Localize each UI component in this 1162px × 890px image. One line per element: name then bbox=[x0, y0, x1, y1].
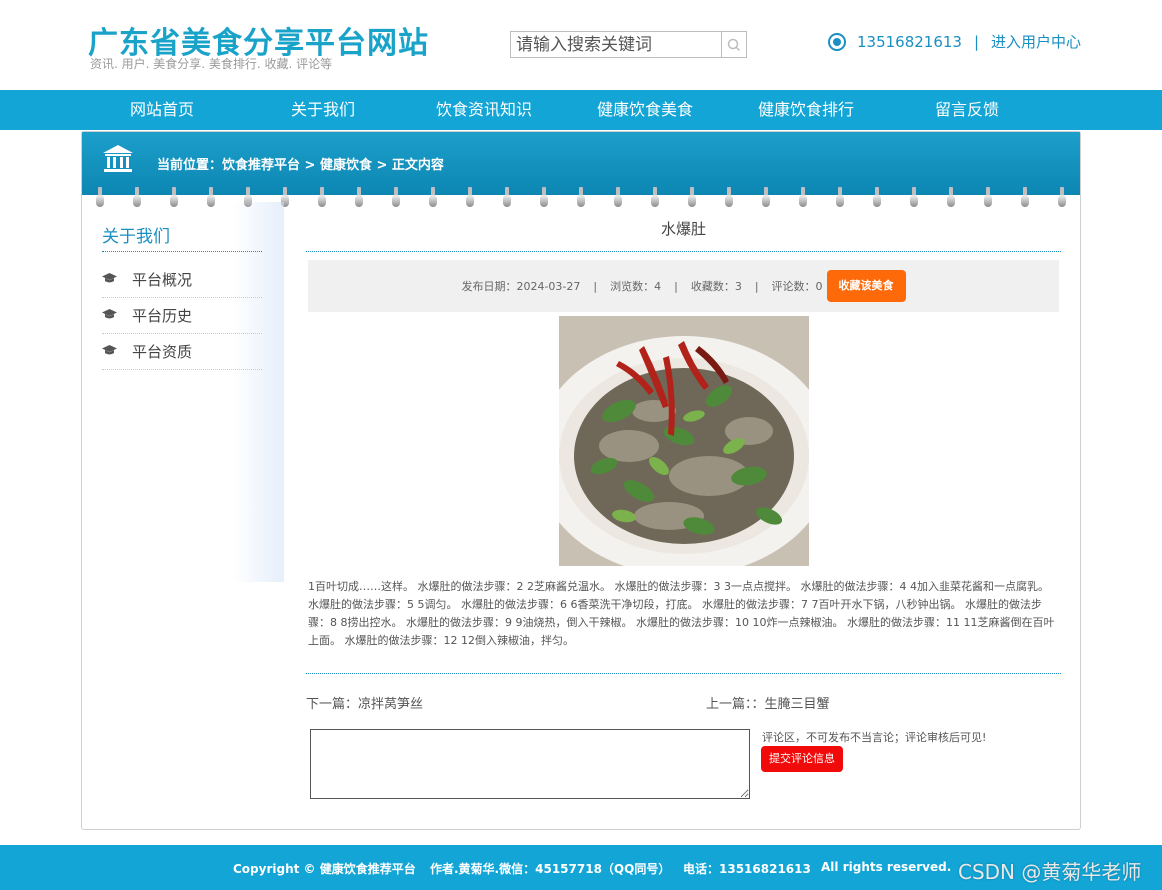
sidebar-item-label: 平台历史 bbox=[132, 307, 193, 325]
sidebar-shadow bbox=[232, 202, 284, 582]
footer-copyright: Copyright © 健康饮食推荐平台 bbox=[233, 862, 416, 876]
main-nav: 网站首页 关于我们 饮食资讯知识 健康饮食美食 健康饮食排行 留言反馈 bbox=[0, 90, 1162, 130]
favorite-count: 收藏数：3 bbox=[690, 280, 742, 293]
sidebar-divider bbox=[102, 251, 262, 252]
comment-notice: 评论区，不可发布不当言论；评论审核后可见! bbox=[762, 731, 987, 744]
sidebar-item-label: 平台概况 bbox=[132, 271, 193, 289]
bank-icon bbox=[103, 145, 133, 172]
meta-separator: | bbox=[754, 279, 759, 293]
binder-ring bbox=[910, 187, 918, 207]
binder-ring bbox=[1058, 187, 1066, 207]
binder-ring bbox=[207, 187, 215, 207]
contact-separator: | bbox=[973, 32, 980, 51]
sidebar-item-label: 平台资质 bbox=[132, 343, 193, 361]
meta-separator: | bbox=[674, 279, 678, 293]
nav-item-home[interactable]: 网站首页 bbox=[97, 90, 227, 130]
next-article-link[interactable]: 下一篇：凉拌莴笋丝 bbox=[306, 693, 423, 712]
comment-count: 评论数：0 bbox=[771, 280, 823, 293]
sidebar-item-history[interactable]: 平台历史 bbox=[102, 298, 262, 334]
graduation-cap-icon bbox=[102, 309, 117, 319]
search-bar bbox=[510, 31, 747, 58]
body-divider bbox=[306, 673, 1061, 674]
publish-date: 发布日期：2024-03-27 bbox=[461, 280, 581, 293]
binder-ring bbox=[503, 187, 511, 207]
nav-item-food[interactable]: 健康饮食美食 bbox=[580, 90, 710, 130]
binder-ring bbox=[170, 187, 178, 207]
binder-ring bbox=[318, 187, 326, 207]
binder-ring bbox=[614, 187, 622, 207]
binder-ring bbox=[1021, 187, 1029, 207]
graduation-cap-icon bbox=[102, 273, 117, 283]
location-dot-icon bbox=[828, 32, 846, 51]
favorite-button[interactable]: 收藏该美食 bbox=[826, 270, 906, 302]
binder-ring bbox=[947, 187, 955, 207]
footer-author: 作者.黄菊华.微信：45157718（QQ同号） bbox=[430, 862, 671, 876]
prev-article-link[interactable]: 上一篇：：生腌三目蟹 bbox=[706, 693, 830, 712]
article-title: 水爆肚 bbox=[660, 220, 706, 238]
search-input[interactable] bbox=[511, 32, 721, 57]
binder-ring bbox=[984, 187, 992, 207]
graduation-cap-icon bbox=[102, 345, 117, 355]
binder-ring bbox=[725, 187, 733, 207]
footer-rights: All rights reserved. bbox=[821, 860, 952, 874]
article-meta: 发布日期：2024-03-27 | 浏览数：4 | 收藏数：3 | 评论数：0 … bbox=[308, 260, 1059, 312]
nav-item-feedback[interactable]: 留言反馈 bbox=[902, 90, 1032, 130]
nav-item-ranking[interactable]: 健康饮食排行 bbox=[741, 90, 871, 130]
binder-ring bbox=[873, 187, 881, 207]
binder-ring bbox=[577, 187, 585, 207]
binder-ring bbox=[836, 187, 844, 207]
sidebar-item-overview[interactable]: 平台概况 bbox=[102, 262, 262, 298]
phone-number: 13516821613 bbox=[857, 32, 962, 51]
comment-textarea[interactable] bbox=[310, 729, 750, 799]
article-body: 1百叶切成……这样。 水爆肚的做法步骤：2 2芝麻酱兑温水。 水爆肚的做法步骤：… bbox=[308, 580, 1055, 647]
csdn-watermark: CSDN @黄菊华老师 bbox=[958, 860, 1142, 884]
dish-photo bbox=[559, 316, 809, 566]
footer-phone: 电话：13516821613 bbox=[683, 862, 811, 876]
binder-ring bbox=[133, 187, 141, 207]
submit-comment-button[interactable]: 提交评论信息 bbox=[761, 746, 843, 772]
breadcrumb: 当前位置：饮食推荐平台 > 健康饮食 > 正文内容 bbox=[157, 158, 444, 173]
contact-info: 13516821613 | 进入用户中心 bbox=[828, 31, 1081, 52]
binder-ring bbox=[429, 187, 437, 207]
nav-item-about[interactable]: 关于我们 bbox=[258, 90, 388, 130]
view-count: 浏览数：4 bbox=[610, 280, 662, 293]
user-center-link[interactable]: 进入用户中心 bbox=[991, 31, 1081, 52]
content-panel: 当前位置：饮食推荐平台 > 健康饮食 > 正文内容 关于我们 平台概况 平台历史… bbox=[81, 131, 1081, 830]
binder-ring bbox=[96, 187, 104, 207]
title-divider bbox=[306, 251, 1061, 252]
binder-ring bbox=[355, 187, 363, 207]
binder-ring bbox=[392, 187, 400, 207]
binder-ring bbox=[799, 187, 807, 207]
search-icon bbox=[727, 38, 741, 51]
nav-item-news[interactable]: 饮食资讯知识 bbox=[419, 90, 549, 130]
binder-ring bbox=[540, 187, 548, 207]
binder-ring bbox=[651, 187, 659, 207]
binder-ring bbox=[466, 187, 474, 207]
meta-separator: | bbox=[593, 279, 598, 293]
binder-ring bbox=[688, 187, 696, 207]
binder-ring bbox=[762, 187, 770, 207]
site-subtitle: 资讯. 用户. 美食分享. 美食排行. 收藏. 评论等 bbox=[90, 57, 333, 71]
breadcrumb-bar: 当前位置：饮食推荐平台 > 健康饮食 > 正文内容 bbox=[82, 132, 1080, 195]
sidebar-title: 关于我们 bbox=[102, 227, 170, 247]
sidebar-item-qualification[interactable]: 平台资质 bbox=[102, 334, 262, 370]
site-header: 广东省美食分享平台网站 资讯. 用户. 美食分享. 美食排行. 收藏. 评论等 … bbox=[0, 0, 1162, 90]
search-button[interactable] bbox=[721, 32, 746, 57]
